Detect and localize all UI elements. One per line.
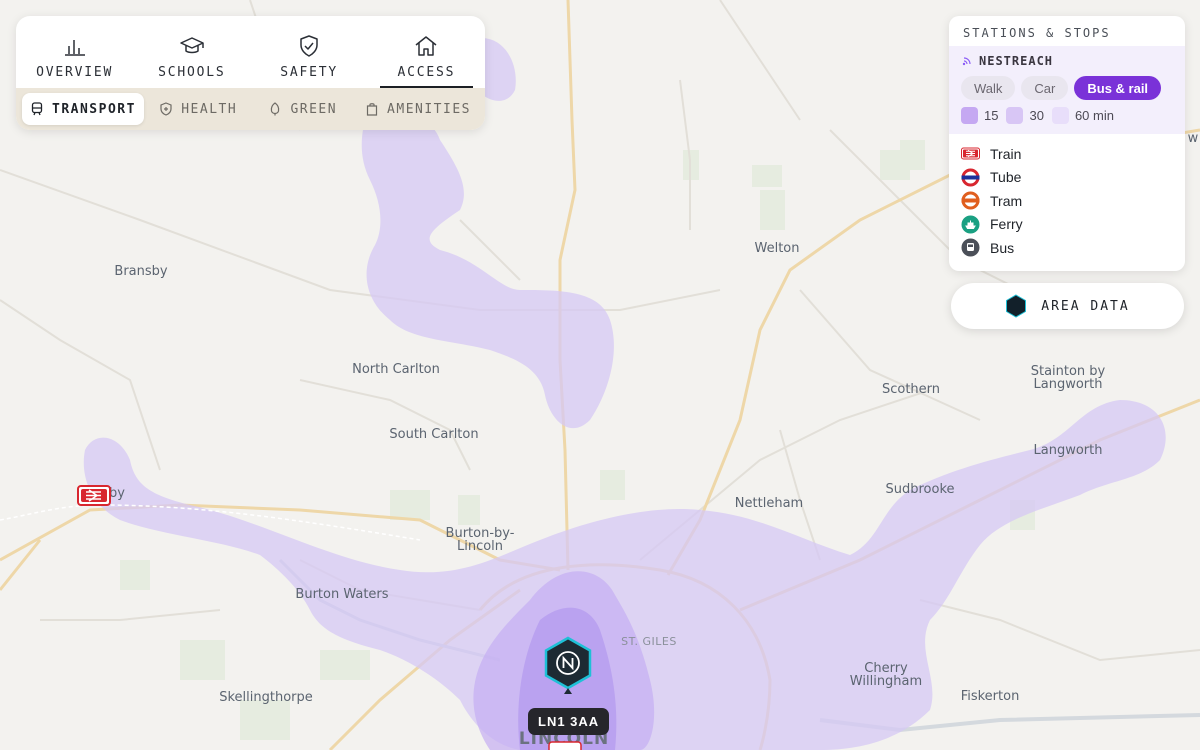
stop-label: Ferry [990,216,1023,233]
tab-safety[interactable]: SAFETY [251,16,368,88]
train-icon [31,102,43,116]
bus-icon [961,238,980,257]
stop-type-train[interactable]: Train [961,142,1173,166]
mode-car-button[interactable]: Car [1021,76,1069,100]
place-label: Langworth [1034,377,1103,392]
nestreach-header: NESTREACH [961,52,1173,70]
bar-chart-icon [64,40,85,56]
place-label: Fiskerton [961,689,1020,704]
time-legend: 15 30 60 min [961,107,1173,124]
subtab-label: HEALTH [181,101,238,117]
stop-type-ferry[interactable]: Ferry [961,213,1173,237]
place-label: Langworth [1034,443,1103,458]
tab-label: SCHOOLS [158,65,226,80]
legend-title: STATIONS & STOPS [963,26,1111,40]
tab-schools[interactable]: SCHOOLS [133,16,250,88]
place-label: South Carlton [389,427,478,442]
signal-icon [962,57,971,66]
tab-label: OVERVIEW [36,65,114,80]
subtab-health[interactable]: HEALTH [148,93,249,125]
subtab-label: AMENITIES [387,101,471,117]
sub-tabs: TRANSPORT HEALTH GREEN AMENITIES [16,88,485,130]
time-swatch [961,107,978,124]
location-pin-icon[interactable] [542,636,594,696]
time-swatch [1006,107,1024,124]
category-tabs-panel: OVERVIEW SCHOOLS SAFETY ACCESS TRANSPORT… [16,16,485,130]
place-label: Lincoln [457,539,503,554]
stations-legend-panel: STATIONS & STOPS NESTREACH Walk Car Bus … [949,16,1185,271]
place-label: w [1188,131,1199,146]
area-data-button[interactable]: AREA DATA [951,283,1184,329]
nestreach-label: NESTREACH [979,54,1054,68]
stop-type-tube[interactable]: Tube [961,166,1173,190]
time-30: 30 [1006,107,1044,124]
stop-label: Bus [990,239,1015,256]
mode-bus-rail-button[interactable]: Bus & rail [1074,76,1162,100]
tab-access[interactable]: ACCESS [368,16,485,88]
place-label: Scothern [882,382,940,397]
postcode-badge: LN1 3AA [528,708,610,735]
stop-label: Tube [990,169,1022,186]
hexagon-icon [1006,294,1027,318]
stop-type-bus[interactable]: Bus [961,236,1173,260]
time-swatch [1051,107,1069,124]
tree-icon [271,102,280,116]
time-label: 30 [1029,108,1044,123]
place-label: Welton [755,241,800,256]
mode-walk-button[interactable]: Walk [961,76,1016,100]
stop-type-list: Train Tube Tram Ferry Bus [949,134,1185,268]
subtab-transport[interactable]: TRANSPORT [22,93,144,125]
place-label: Sudbrooke [885,482,954,497]
health-shield-icon [160,102,172,116]
subtab-label: TRANSPORT [52,101,136,117]
tab-label: ACCESS [397,65,456,80]
shopping-bag-icon [366,103,378,116]
national-rail-icon [961,147,980,160]
subtab-green[interactable]: GREEN [253,93,354,125]
place-label: Nettleham [735,496,803,511]
shield-check-icon [300,35,318,57]
area-data-label: AREA DATA [1041,298,1130,314]
underground-roundel-icon [961,168,980,187]
place-label: ST. GILES [621,635,677,648]
home-icon [415,36,437,56]
national-rail-marker[interactable] [548,741,582,750]
stop-label: Train [990,145,1022,162]
tab-label: SAFETY [280,65,338,80]
national-rail-marker[interactable] [77,485,111,506]
graduation-cap-icon [180,37,204,54]
travel-mode-selector: Walk Car Bus & rail [961,76,1173,100]
time-15: 15 [961,107,998,124]
place-label: Skellingthorpe [219,690,313,705]
main-tabs: OVERVIEW SCHOOLS SAFETY ACCESS [16,16,485,88]
tab-overview[interactable]: OVERVIEW [16,16,133,88]
time-label: 15 [984,108,999,123]
place-label: North Carlton [352,362,440,377]
stop-type-tram[interactable]: Tram [961,189,1173,213]
place-label: Willingham [850,674,922,689]
tram-icon [961,191,980,210]
place-label: Burton Waters [295,587,388,602]
place-label: Bransby [114,264,167,279]
subtab-label: GREEN [290,101,338,117]
stop-label: Tram [990,192,1023,209]
subtab-amenities[interactable]: AMENITIES [357,93,479,125]
ferry-icon [961,215,980,234]
place-label: by [109,486,125,501]
time-label: 60 min [1074,108,1114,123]
time-60: 60 min [1051,107,1114,124]
nestreach-panel: NESTREACH Walk Car Bus & rail 15 30 60 m… [949,46,1185,134]
